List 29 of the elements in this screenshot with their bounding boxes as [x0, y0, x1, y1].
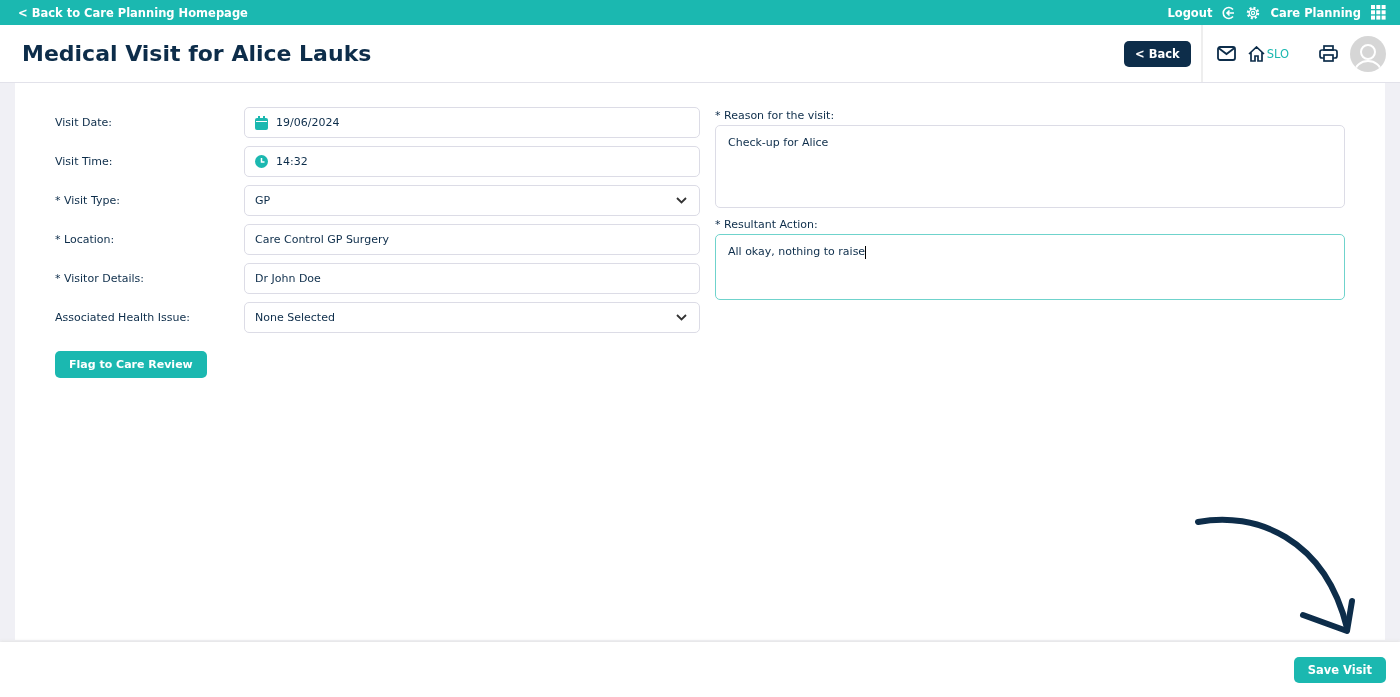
back-button[interactable]: < Back [1124, 40, 1191, 67]
printer-icon[interactable] [1319, 45, 1338, 62]
text-area[interactable]: All okay, nothing to raise [715, 234, 1345, 300]
app-grid-icon[interactable] [1371, 5, 1386, 20]
settings-icon[interactable] [1246, 5, 1261, 20]
field-label: Associated Health Issue: [55, 311, 191, 324]
select-field[interactable]: GP [244, 185, 700, 216]
time-field[interactable]: 14:32 [244, 146, 700, 177]
page-title: Medical Visit for Alice Lauks [21, 41, 373, 66]
mail-icon[interactable] [1216, 46, 1236, 61]
field-label: * Visitor Details: [55, 272, 146, 285]
field-label: Visit Date: [55, 116, 113, 129]
field-label: * Resultant Action: [715, 218, 819, 231]
field-label: * Reason for the visit: [715, 109, 836, 122]
select-field[interactable]: None Selected [244, 302, 700, 333]
input-field[interactable]: Care Control GP Surgery [244, 224, 700, 255]
field-label: * Visit Type: [55, 194, 121, 207]
date-field[interactable]: 19/06/2024 [244, 107, 700, 138]
avatar[interactable] [1350, 35, 1386, 72]
input-field[interactable]: Dr John Doe [244, 263, 700, 294]
home-icon[interactable] [1247, 45, 1265, 62]
calendar-icon [255, 115, 268, 130]
text-area[interactable]: Check-up for Alice [715, 125, 1345, 208]
field-label: * Location: [55, 233, 116, 246]
field-label: Visit Time: [55, 155, 114, 168]
chevron-down-icon [676, 314, 687, 321]
clock-icon [255, 155, 268, 168]
logout-icon[interactable] [1222, 5, 1237, 20]
chevron-down-icon [676, 197, 687, 204]
